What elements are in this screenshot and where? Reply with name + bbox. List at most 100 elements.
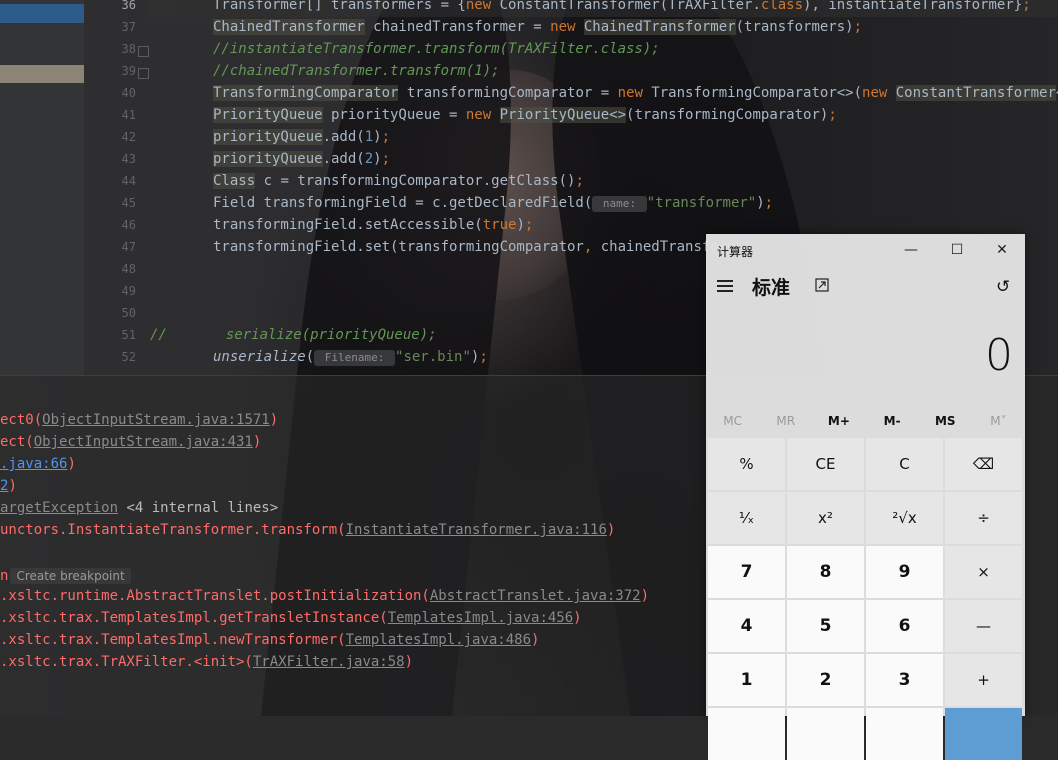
source-link[interactable]: TemplatesImpl.java:486 (346, 632, 531, 648)
trace-text: ) (8, 478, 17, 494)
code-token: //instantiateTransformer.transform(TrAXF… (213, 41, 660, 57)
history-icon[interactable]: ↺ (996, 277, 1010, 297)
code-token: Class (213, 173, 256, 189)
digit-3-key[interactable]: 3 (866, 654, 943, 706)
digit-4-key[interactable]: 4 (708, 600, 785, 652)
breakpoint-hint[interactable]: n Create breakpoint (0, 565, 131, 587)
sqrt-key[interactable]: ²√x (866, 492, 943, 544)
minimize-button[interactable]: — (888, 234, 934, 266)
trace-text: unctors.InstantiateTransformer.transform… (0, 522, 346, 538)
digit-8-key[interactable]: 8 (787, 546, 864, 598)
source-link[interactable]: InstantiateTransformer.java:116 (346, 522, 607, 538)
memory-row: MC MR M+ M- MS M˅ (706, 409, 1025, 433)
code-token: new (550, 19, 584, 35)
code-token: new (465, 0, 500, 13)
clear-key[interactable]: C (866, 438, 943, 490)
code-line[interactable]: priorityQueue.add(1); (213, 126, 390, 148)
code-token: // serialize(priorityQueue); (150, 327, 437, 343)
code-line[interactable]: Field transformingField = c.getDeclaredF… (213, 192, 773, 214)
digit-1-key[interactable]: 1 (708, 654, 785, 706)
line-number: 47 (121, 240, 136, 254)
code-token: c = transformingComparator.getClass() (255, 173, 576, 189)
create-breakpoint-button[interactable]: Create breakpoint (10, 568, 131, 584)
trace-text: .xsltc.trax.TrAXFilter.<init>( (0, 654, 253, 670)
code-line[interactable]: //chainedTransformer.transform(1); (213, 60, 500, 82)
code-token: Field transformingField = c.getDeclaredF… (213, 195, 593, 211)
code-token: ) (373, 151, 382, 167)
code-line[interactable]: Class c = transformingComparator.getClas… (213, 170, 584, 192)
source-link[interactable]: .java:66 (0, 456, 67, 472)
stack-trace-line: ect(ObjectInputStream.java:431) (0, 431, 261, 453)
add-key[interactable]: + (945, 654, 1022, 706)
trace-text: <4 internal lines> (118, 500, 279, 516)
code-token: true (482, 217, 517, 233)
parameter-hint: Filename: (314, 350, 396, 366)
percent-key[interactable]: % (708, 438, 785, 490)
memory-mminus-button[interactable]: M- (866, 409, 919, 433)
code-token: PriorityQueue<> (499, 107, 627, 123)
backspace-key[interactable]: ⌫ (945, 438, 1022, 490)
keep-on-top-icon[interactable] (815, 278, 829, 292)
source-link[interactable]: argetException (0, 500, 118, 516)
line-number: 38 (121, 42, 136, 56)
fold-marker-icon[interactable] (138, 46, 149, 57)
code-token: new (862, 85, 896, 101)
project-selected-row[interactable] (0, 4, 84, 23)
code-line[interactable]: unserialize( Filename: "ser.bin"); (213, 346, 488, 368)
code-line[interactable]: priorityQueue.add(2); (213, 148, 390, 170)
reciprocal-key[interactable]: ¹⁄ₓ (708, 492, 785, 544)
code-token: ) (756, 195, 765, 211)
code-token: ; (764, 195, 774, 211)
calculator-window[interactable]: 计算器 — ☐ ✕ 标准 ↺ 0 MC MR M+ M- MS M˅ % CE C ⌫ ¹⁄ₓ x²… (706, 234, 1025, 760)
fold-marker-icon[interactable] (138, 68, 149, 79)
project-highlight-row[interactable] (0, 65, 84, 83)
source-link[interactable]: TrAXFilter.java:58 (253, 654, 405, 670)
digit-5-key[interactable]: 5 (787, 600, 864, 652)
code-token: 2 (364, 151, 374, 167)
code-token: ConstantTransformer(TrAXFilter. (499, 0, 761, 13)
digit-2-key[interactable]: 2 (787, 654, 864, 706)
memory-ms-button[interactable]: MS (919, 409, 972, 433)
code-line[interactable]: ChainedTransformer chainedTransformer = … (213, 16, 862, 38)
maximize-button[interactable]: ☐ (934, 234, 980, 266)
line-number: 44 (121, 174, 136, 188)
project-panel-edge (0, 0, 84, 375)
memory-mc-button[interactable]: MC (706, 409, 759, 433)
stack-trace-line: argetException <4 internal lines> (0, 497, 278, 519)
code-line[interactable]: transformingField.set(transformingCompar… (213, 236, 736, 258)
divide-key[interactable]: ÷ (945, 492, 1022, 544)
line-number: 43 (121, 152, 136, 166)
digit-7-key[interactable]: 7 (708, 546, 785, 598)
memory-mplus-button[interactable]: M+ (812, 409, 865, 433)
code-line[interactable]: TransformingComparator transformingCompa… (213, 82, 1058, 104)
code-line[interactable]: //instantiateTransformer.transform(TrAXF… (213, 38, 660, 60)
code-token: ConstantTransformer (895, 85, 1056, 101)
digit-6-key[interactable]: 6 (866, 600, 943, 652)
close-button[interactable]: ✕ (979, 234, 1025, 266)
code-line[interactable]: PriorityQueue priorityQueue = new Priori… (213, 104, 837, 126)
memory-mr-button[interactable]: MR (759, 409, 812, 433)
trace-text: ) (573, 610, 582, 626)
calculator-titlebar[interactable]: 计算器 — ☐ ✕ (706, 234, 1025, 266)
code-line[interactable]: transformingField.setAccessible(true); (213, 214, 533, 236)
code-token: transformingComparator = (398, 85, 618, 101)
menu-icon[interactable] (717, 280, 733, 292)
source-link[interactable]: ObjectInputStream.java:1571 (42, 412, 270, 428)
line-number: 39 (121, 64, 136, 78)
stack-trace-line: .xsltc.trax.TemplatesImpl.newTransformer… (0, 629, 539, 651)
digit-9-key[interactable]: 9 (866, 546, 943, 598)
code-line[interactable]: Transformer[] transformers = {new Consta… (213, 0, 1031, 16)
code-token: ChainedTransformer (583, 19, 736, 35)
subtract-key[interactable]: — (945, 600, 1022, 652)
memory-m-button[interactable]: M˅ (972, 409, 1025, 433)
source-link[interactable]: AbstractTranslet.java:372 (430, 588, 641, 604)
close-icon: ✕ (996, 242, 1008, 258)
square-key[interactable]: x² (787, 492, 864, 544)
code-line[interactable]: // serialize(priorityQueue); (150, 324, 437, 346)
source-link[interactable]: ObjectInputStream.java:431 (34, 434, 253, 450)
trace-text: ) (252, 434, 262, 450)
source-link[interactable]: TemplatesImpl.java:456 (388, 610, 573, 626)
clear-entry-key[interactable]: CE (787, 438, 864, 490)
multiply-key[interactable]: × (945, 546, 1022, 598)
code-token: chainedTransformer = (364, 19, 551, 35)
